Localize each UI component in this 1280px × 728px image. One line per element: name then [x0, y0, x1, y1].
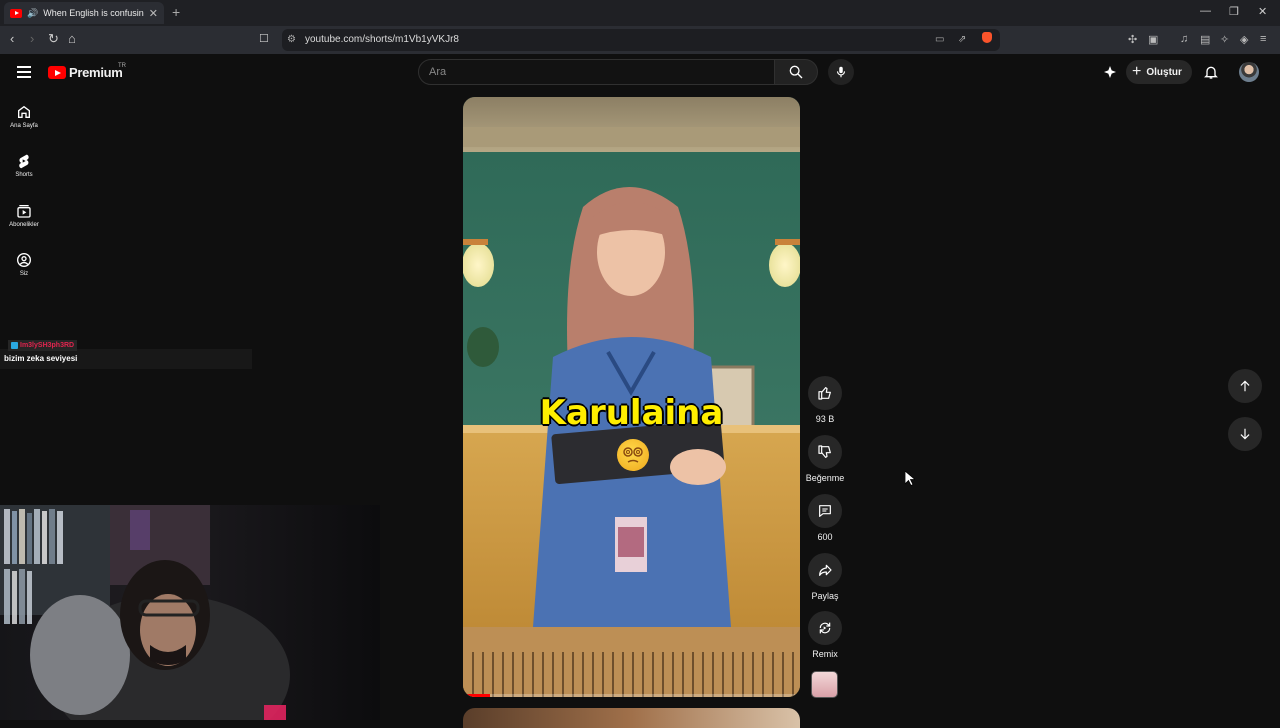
like-action[interactable]: 93 B — [805, 376, 845, 424]
thumbs-down-icon — [818, 445, 831, 458]
search-button[interactable] — [774, 59, 818, 85]
voice-search-button[interactable] — [828, 59, 854, 85]
audio-playing-icon[interactable]: 🔊 — [27, 8, 38, 19]
address-bar-row: ‹ › ↻ ⌂ ☐ ⚙ youtube.com/shorts/m1Vb1yVKJ… — [0, 26, 1280, 54]
chat-message: bizim zeka seviyesi — [4, 354, 78, 363]
comment-count: 600 — [817, 532, 833, 542]
webcam-feed — [0, 505, 290, 720]
share-button[interactable] — [808, 553, 842, 587]
back-icon[interactable]: ‹ — [10, 32, 14, 46]
reload-icon[interactable]: ↻ — [48, 32, 59, 46]
logo-region: TR — [118, 63, 126, 69]
comments-button[interactable] — [808, 494, 842, 528]
search-icon — [789, 65, 803, 79]
subscriptions-icon — [17, 205, 31, 218]
shorts-icon — [19, 154, 29, 169]
tab-close-icon[interactable]: ✕ — [149, 7, 158, 20]
dizzy-face-emoji-icon — [617, 439, 649, 471]
sidebar-toggle-icon[interactable]: ▣ — [1148, 33, 1158, 46]
youtube-logo-icon — [48, 66, 66, 79]
sidebar-item-label: Shorts — [15, 172, 33, 178]
leo-ai-icon[interactable]: ✧ — [1220, 33, 1229, 46]
next-short-button[interactable] — [1228, 417, 1262, 451]
sidebar-item-shorts[interactable]: Shorts — [0, 153, 48, 178]
cast-icon[interactable]: ▭ — [935, 34, 944, 45]
remix-icon — [819, 622, 831, 634]
arrow-down-icon — [1240, 428, 1250, 440]
music-icon[interactable]: ♫ — [1180, 33, 1188, 45]
search-placeholder: Ara — [429, 66, 447, 78]
sidebar-item-home[interactable]: Ana Sayfa — [0, 104, 48, 129]
remix-label: Remix — [812, 649, 838, 659]
comment-icon — [819, 505, 831, 517]
logo-text: Premium — [69, 65, 123, 80]
sidebar-item-label: Ana Sayfa — [10, 123, 38, 129]
close-window-icon[interactable]: ✕ — [1258, 5, 1267, 18]
brave-shields-icon[interactable] — [982, 32, 992, 43]
home-icon — [18, 105, 30, 118]
chat-user: Im3lySH3ph3RD — [8, 340, 78, 351]
create-label: Oluştur — [1146, 66, 1182, 78]
dislike-button[interactable] — [808, 435, 842, 469]
sidebar-item-label: Siz — [19, 271, 29, 277]
notifications-bell-icon[interactable] — [1203, 64, 1219, 80]
url-field[interactable]: ⚙ youtube.com/shorts/m1Vb1yVKJr8 ▭ ⇗ — [282, 29, 1000, 51]
webcam-overlay — [0, 505, 380, 720]
plus-icon: + — [1132, 63, 1142, 80]
new-tab-button[interactable]: + — [172, 4, 180, 20]
search-input[interactable]: Ara — [418, 59, 775, 85]
like-count: 93 B — [815, 414, 835, 424]
thumbs-up-icon — [818, 387, 831, 400]
arrow-up-icon — [1240, 380, 1250, 392]
browser-tab-bar: 🔊 When English is confusing ✕ + — ❐ ✕ — [0, 0, 1280, 26]
video-caption: Karulaina — [539, 392, 724, 434]
youtube-premium-logo[interactable]: Premium — [48, 65, 123, 80]
like-button[interactable] — [808, 376, 842, 410]
share-action[interactable]: Paylaş — [805, 553, 845, 601]
forward-icon[interactable]: › — [30, 32, 34, 46]
site-info-icon[interactable]: ⚙ — [287, 34, 296, 45]
share-icon — [819, 564, 832, 576]
youtube-favicon-icon — [10, 8, 22, 18]
short-video-player[interactable]: Karulaina — [463, 97, 800, 697]
home-browser-icon[interactable]: ⌂ — [68, 32, 76, 46]
hamburger-menu-icon[interactable] — [17, 66, 31, 78]
browser-menu-icon[interactable]: ≡ — [1260, 33, 1266, 45]
sound-thumbnail[interactable] — [811, 671, 838, 698]
account-avatar[interactable] — [1239, 62, 1259, 82]
minimize-icon[interactable]: — — [1200, 5, 1211, 17]
mouse-cursor-icon — [905, 471, 915, 486]
remix-action[interactable]: Remix — [805, 611, 845, 659]
previous-short-button[interactable] — [1228, 369, 1262, 403]
video-progress-fill — [463, 694, 490, 697]
sidebar-item-you[interactable]: Siz — [0, 252, 48, 277]
dislike-label: Beğenme — [805, 473, 845, 483]
comments-action[interactable]: 600 — [805, 494, 845, 542]
create-button[interactable]: + Oluştur — [1126, 60, 1192, 84]
bookmark-icon[interactable]: ☐ — [259, 32, 269, 46]
browser-tab[interactable]: 🔊 When English is confusing ✕ — [4, 2, 164, 24]
wallet-icon[interactable]: ▤ — [1200, 33, 1210, 46]
share-label: Paylaş — [811, 591, 839, 601]
you-icon — [17, 253, 31, 267]
url-text: youtube.com/shorts/m1Vb1yVKJr8 — [305, 34, 459, 45]
chat-username: Im3lySH3ph3RD — [20, 342, 75, 349]
tab-title: When English is confusing — [43, 8, 144, 18]
share-page-icon[interactable]: ⇗ — [958, 34, 966, 45]
microphone-icon — [836, 66, 846, 78]
sidebar-item-label: Abonelikler — [9, 222, 39, 228]
subscriber-badge-icon — [11, 342, 18, 349]
vpn-icon[interactable]: ◈ — [1240, 33, 1248, 46]
sidebar-item-subscriptions[interactable]: Abonelikler — [0, 203, 48, 228]
dislike-action[interactable]: Beğenme — [805, 435, 845, 483]
restore-icon[interactable]: ❐ — [1229, 5, 1239, 18]
extensions-icon[interactable]: ✣ — [1128, 33, 1137, 46]
create-sparkle-icon[interactable] — [1102, 64, 1118, 80]
next-short-preview[interactable] — [463, 708, 800, 728]
remix-button[interactable] — [808, 611, 842, 645]
